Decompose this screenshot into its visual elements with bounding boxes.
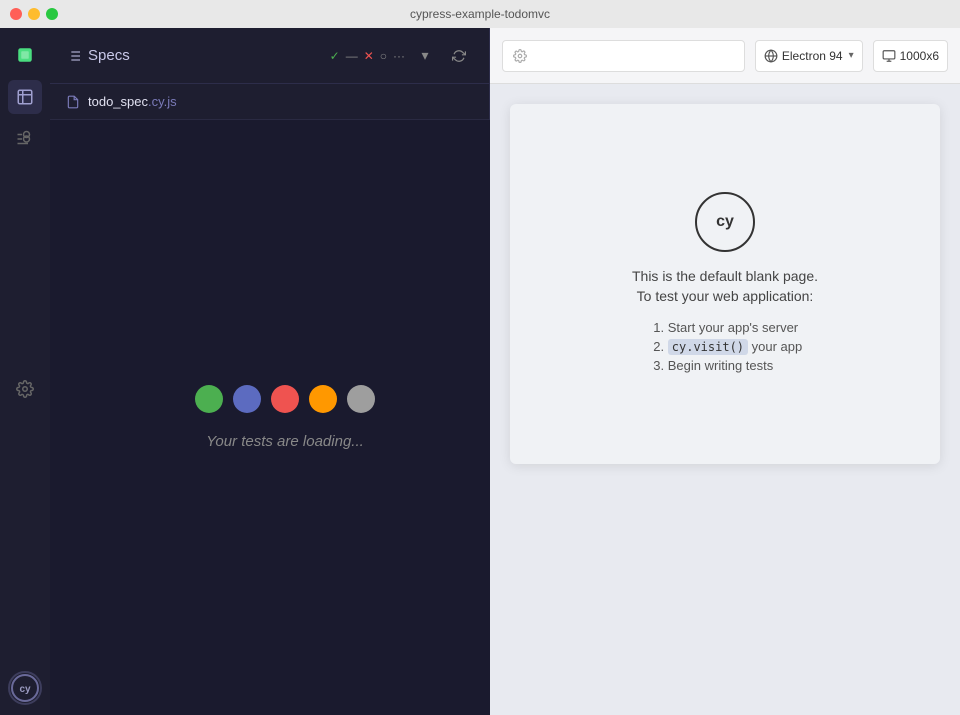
loading-text: Your tests are loading...: [206, 433, 364, 450]
dot-orange: [309, 385, 337, 413]
window-title: cypress-example-todomvc: [410, 7, 550, 21]
url-settings-icon: [513, 49, 527, 63]
app-logo-icon: [16, 46, 34, 64]
browser-label: Electron 94: [782, 49, 843, 63]
browser-chevron-icon: ▾: [849, 50, 854, 61]
cy-logo-circle: cy: [695, 192, 755, 252]
sidebar-item-specs[interactable]: [8, 80, 42, 114]
step-2: cy.visit() your app: [668, 339, 802, 354]
spec-file-item[interactable]: todo_spec.cy.js: [50, 84, 489, 120]
cypress-logo-icon: cy: [10, 673, 40, 703]
preview-line2: To test your web application:: [637, 288, 814, 304]
spec-filename-main: todo_spec: [88, 94, 148, 109]
specs-header-icon: [66, 48, 82, 64]
specs-header-controls: ✓ — ✕ ○ ··· ▾: [330, 42, 473, 70]
settings-icon: [16, 380, 34, 398]
spec-filename: todo_spec.cy.js: [88, 94, 177, 109]
svg-text:cy: cy: [19, 684, 31, 695]
pending-icon: ○: [380, 49, 387, 63]
step-3: Begin writing tests: [668, 358, 802, 373]
dots-icon: ···: [393, 49, 405, 63]
viewport-icon: [882, 49, 896, 63]
test-runner-header: Electron 94 ▾ 1000x6: [490, 28, 960, 84]
step-1: Start your app's server: [668, 320, 802, 335]
specs-header-left: Specs: [66, 47, 322, 64]
chevron-down-icon: ▾: [421, 47, 428, 64]
app-body: cy Specs ✓ — ✕ ○ ···: [0, 28, 960, 715]
preview-area: cy This is the default blank page. To te…: [490, 84, 960, 715]
filter-dropdown-button[interactable]: ▾: [411, 42, 439, 70]
dash-separator: —: [346, 49, 358, 63]
url-bar[interactable]: [502, 40, 745, 72]
sidebar-item-settings[interactable]: [8, 372, 42, 406]
minimize-button[interactable]: [28, 8, 40, 20]
dot-blue: [233, 385, 261, 413]
file-icon: [66, 95, 80, 109]
debug-icon: [16, 130, 34, 148]
code-visit: cy.visit(): [668, 339, 748, 355]
dot-gray: [347, 385, 375, 413]
browser-selector[interactable]: Electron 94 ▾: [755, 40, 863, 72]
maximize-button[interactable]: [46, 8, 58, 20]
sidebar: cy: [0, 28, 50, 715]
viewport-display: 1000x6: [873, 40, 948, 72]
titlebar: cypress-example-todomvc: [0, 0, 960, 28]
specs-header: Specs ✓ — ✕ ○ ··· ▾: [50, 28, 489, 84]
specs-nav-icon: [16, 88, 34, 106]
test-loading-area: Your tests are loading...: [50, 120, 520, 715]
sidebar-item-debug[interactable]: [8, 122, 42, 156]
refresh-icon: [452, 49, 466, 63]
spec-filename-ext: .cy.js: [148, 94, 177, 109]
preview-line1: This is the default blank page.: [632, 268, 818, 284]
test-runner: Electron 94 ▾ 1000x6 cy This is the defa…: [490, 28, 960, 715]
specs-panel: Specs ✓ — ✕ ○ ··· ▾: [50, 28, 490, 715]
sidebar-icon-logo[interactable]: [8, 38, 42, 72]
close-button[interactable]: [10, 8, 22, 20]
cy-logo-text: cy: [716, 213, 734, 231]
specs-title: Specs: [88, 47, 130, 64]
browser-preview-frame: cy This is the default blank page. To te…: [510, 104, 940, 464]
preview-steps: Start your app's server cy.visit() your …: [648, 320, 802, 377]
refresh-button[interactable]: [445, 42, 473, 70]
dot-red: [271, 385, 299, 413]
browser-icon: [764, 49, 778, 63]
fail-icon: ✕: [364, 49, 374, 63]
dot-green: [195, 385, 223, 413]
traffic-lights: [10, 8, 58, 20]
loading-dots: [195, 385, 375, 413]
pass-icon: ✓: [330, 49, 340, 63]
cypress-bottom-logo[interactable]: cy: [8, 671, 42, 705]
viewport-text: 1000x6: [900, 49, 939, 63]
